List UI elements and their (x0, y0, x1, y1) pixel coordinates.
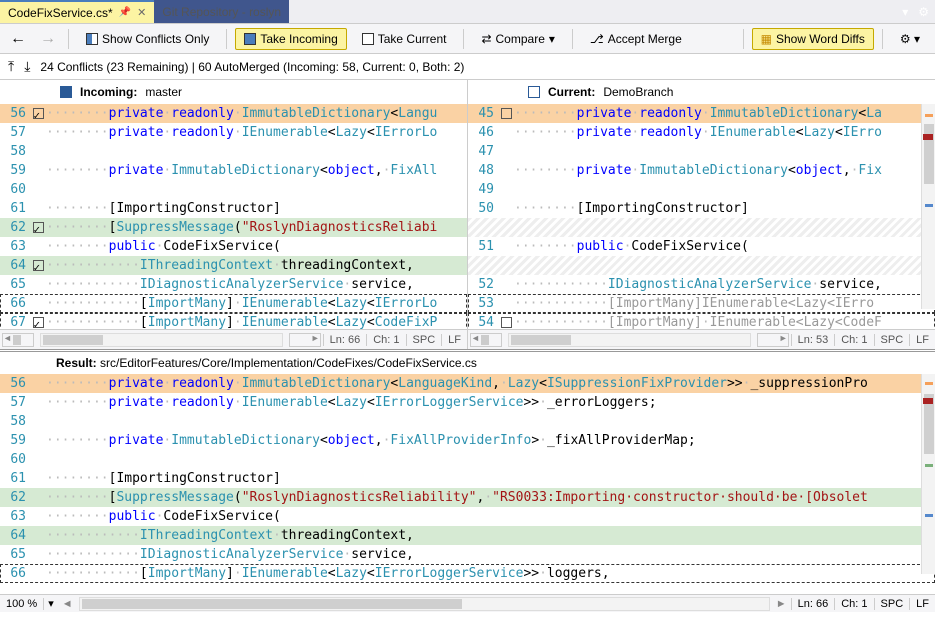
code-line[interactable]: 65············IDiagnosticAnalyzerService… (0, 275, 467, 294)
vscroll[interactable] (921, 104, 935, 309)
take-current-button[interactable]: Take Current (353, 28, 456, 50)
code-line[interactable]: 62········[SuppressMessage("RoslynDiagno… (0, 218, 467, 237)
line-checkbox[interactable] (33, 108, 44, 119)
code-line[interactable]: 64············IThreadingContext·threadin… (0, 256, 467, 275)
compare-icon: ⇄ (481, 32, 491, 46)
chevron-down-icon[interactable]: ▾ (898, 5, 912, 19)
tab-git-label: Git Repository - roslyn (162, 5, 281, 19)
line-checkbox[interactable] (33, 260, 44, 271)
hscroll-track[interactable] (40, 333, 283, 347)
show-conflicts-only-button[interactable]: Show Conflicts Only (77, 28, 218, 50)
code-line[interactable]: 56········private·readonly·ImmutableDict… (0, 104, 467, 123)
take-incoming-icon (244, 33, 256, 45)
merge-icon: ⎇ (590, 32, 604, 46)
line-checkbox[interactable] (33, 317, 44, 328)
incoming-branch: master (145, 85, 182, 99)
hscroll-left[interactable] (2, 333, 34, 347)
incoming-code[interactable]: 56········private·readonly·ImmutableDict… (0, 104, 467, 329)
result-path: src/EditorFeatures/Core/Implementation/C… (100, 356, 477, 370)
conflicts-icon (86, 33, 98, 45)
gear-icon[interactable]: ⚙ (912, 5, 935, 19)
current-code[interactable]: 45········private·readonly·ImmutableDict… (468, 104, 935, 329)
code-line[interactable]: 49 (468, 180, 935, 199)
result-pane: Result: src/EditorFeatures/Core/Implemen… (0, 352, 935, 612)
nav-fwd-icon[interactable]: → (36, 30, 60, 48)
next-conflict-icon[interactable]: ⤓ (24, 58, 30, 75)
hscroll-right-icon[interactable]: ► (772, 598, 791, 610)
code-line[interactable]: 50········[ImportingConstructor] (468, 199, 935, 218)
code-line[interactable] (468, 256, 935, 275)
tab-file-label: CodeFixService.cs* (8, 6, 113, 20)
code-line[interactable]: 52············IDiagnosticAnalyzerService… (468, 275, 935, 294)
tab-file[interactable]: CodeFixService.cs* 📌 ✕ (0, 0, 154, 23)
result-label: Result: (56, 356, 97, 370)
code-line[interactable]: 62········[SuppressMessage("RoslynDiagno… (0, 488, 935, 507)
zoom-level[interactable]: 100 % (0, 598, 44, 610)
code-line[interactable]: 47 (468, 142, 935, 161)
take-current-icon (362, 33, 374, 45)
compare-button[interactable]: ⇄Compare ▾ (472, 28, 563, 50)
tab-bar: CodeFixService.cs* 📌 ✕ Git Repository - … (0, 0, 935, 24)
merge-toolbar: ← → Show Conflicts Only Take Incoming Ta… (0, 24, 935, 54)
hscroll-left-icon[interactable]: ◄ (58, 598, 77, 610)
code-line[interactable]: 54············[ImportMany]·IEnumerable<L… (468, 313, 935, 329)
code-line[interactable]: 64············IThreadingContext·threadin… (0, 526, 935, 545)
close-icon[interactable]: ✕ (137, 6, 146, 19)
code-line[interactable]: 65············IDiagnosticAnalyzerService… (0, 545, 935, 564)
take-incoming-button[interactable]: Take Incoming (235, 28, 346, 50)
code-line[interactable]: 57········private·readonly·IEnumerable<L… (0, 393, 935, 412)
accept-merge-button[interactable]: ⎇Accept Merge (581, 28, 691, 50)
code-line[interactable]: 61········[ImportingConstructor] (0, 469, 935, 488)
chevron-down-icon: ▾ (549, 32, 555, 46)
code-line[interactable]: 46········private·readonly·IEnumerable<L… (468, 123, 935, 142)
nav-back-icon[interactable]: ← (6, 30, 30, 48)
word-diff-icon: ▦ (761, 32, 772, 46)
code-line[interactable]: 63········public·CodeFixService( (0, 507, 935, 526)
code-line[interactable]: 59········private·ImmutableDictionary<ob… (0, 431, 935, 450)
incoming-status: Ln: 66 Ch: 1 SPC LF (0, 329, 467, 349)
bottom-scrollbar[interactable] (79, 597, 770, 611)
incoming-pane: Incoming: master 56········private·reado… (0, 80, 468, 349)
vscroll-result[interactable] (921, 374, 935, 574)
incoming-select-all-checkbox[interactable] (60, 86, 72, 98)
line-checkbox[interactable] (501, 317, 512, 328)
code-line[interactable]: 66············[ImportMany]·IEnumerable<L… (0, 294, 467, 313)
code-line[interactable]: 60 (0, 180, 467, 199)
zoom-dropdown-icon[interactable]: ▾ (44, 597, 58, 610)
code-line[interactable]: 56········private·readonly·ImmutableDict… (0, 374, 935, 393)
tab-git[interactable]: Git Repository - roslyn (154, 0, 289, 23)
pin-icon[interactable]: 📌 (119, 7, 131, 18)
code-line[interactable] (468, 218, 935, 237)
code-line[interactable]: 58 (0, 142, 467, 161)
side-by-side: Incoming: master 56········private·reado… (0, 80, 935, 352)
current-label: Current: (548, 85, 595, 99)
code-line[interactable]: 48········private·ImmutableDictionary<ob… (468, 161, 935, 180)
summary-text: 24 Conflicts (23 Remaining) | 60 AutoMer… (40, 60, 464, 74)
current-branch: DemoBranch (603, 85, 673, 99)
code-line[interactable]: 60 (0, 450, 935, 469)
current-status: Ln: 53 Ch: 1 SPC LF (468, 329, 935, 349)
result-code[interactable]: 56········private·readonly·ImmutableDict… (0, 374, 935, 594)
incoming-label: Incoming: (80, 85, 137, 99)
code-line[interactable]: 57········private·readonly·IEnumerable<L… (0, 123, 467, 142)
code-line[interactable]: 61········[ImportingConstructor] (0, 199, 467, 218)
code-line[interactable]: 51········public·CodeFixService( (468, 237, 935, 256)
current-select-all-checkbox[interactable] (528, 86, 540, 98)
show-word-diffs-button[interactable]: ▦Show Word Diffs (752, 28, 874, 50)
code-line[interactable]: 45········private·readonly·ImmutableDict… (468, 104, 935, 123)
current-pane: Current: DemoBranch 45········private·re… (468, 80, 935, 349)
code-line[interactable]: 67············[ImportMany]·IEnumerable<L… (0, 313, 467, 329)
settings-button[interactable]: ⚙ ▾ (891, 28, 929, 50)
conflict-summary-bar: ⤒ ⤓ 24 Conflicts (23 Remaining) | 60 Aut… (0, 54, 935, 80)
line-checkbox[interactable] (501, 108, 512, 119)
hscroll-right[interactable] (289, 333, 321, 347)
code-line[interactable]: 59········private·ImmutableDictionary<ob… (0, 161, 467, 180)
code-line[interactable]: 58 (0, 412, 935, 431)
code-line[interactable]: 53············[ImportMany]IEnumerable<La… (468, 294, 935, 313)
bottom-status: 100 % ▾ ◄ ► Ln: 66 Ch: 1 SPC LF (0, 594, 935, 612)
code-line[interactable]: 66············[ImportMany]·IEnumerable<L… (0, 564, 935, 583)
prev-conflict-icon[interactable]: ⤒ (8, 58, 14, 75)
code-line[interactable]: 63········public·CodeFixService( (0, 237, 467, 256)
line-checkbox[interactable] (33, 222, 44, 233)
